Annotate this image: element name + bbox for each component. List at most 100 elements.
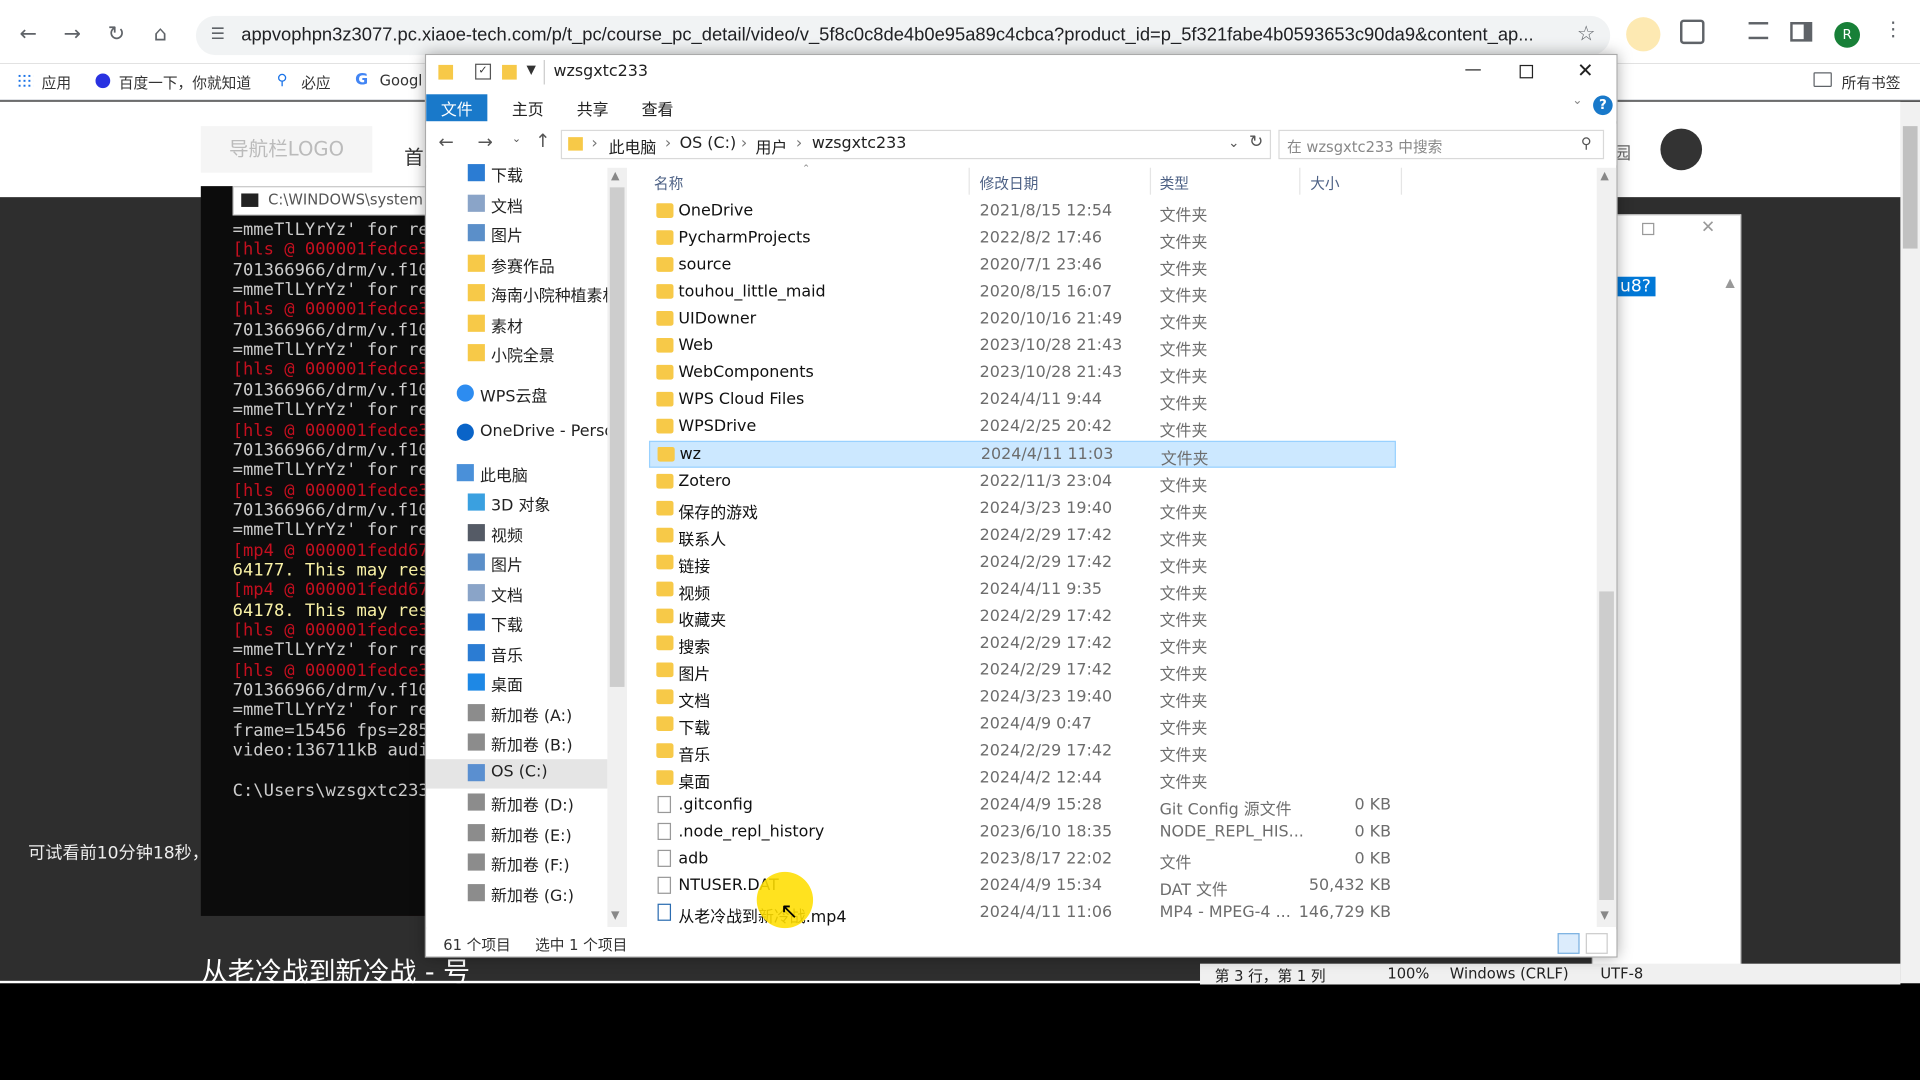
qat-dropdown-icon[interactable]: ▼ xyxy=(527,64,536,77)
recent-dropdown-icon[interactable]: ⌄ xyxy=(512,133,521,145)
chevron-right-icon[interactable]: › xyxy=(665,135,671,153)
breadcrumb-this-pc[interactable]: 此电脑 xyxy=(609,135,657,158)
bookmark-baidu[interactable]: 百度一下，你就知道 xyxy=(119,72,251,93)
file-row[interactable]: 联系人 2024/2/29 17:42 文件夹 xyxy=(649,522,1396,549)
back-icon[interactable]: ← xyxy=(438,131,453,153)
file-row[interactable]: UIDowner 2020/10/16 21:49 文件夹 xyxy=(649,306,1396,333)
explorer-titlebar[interactable]: ✓ ▼ wzsgxtc233 — ✕ xyxy=(426,55,1617,92)
page-scrollbar[interactable] xyxy=(1900,101,1920,984)
new-folder-icon[interactable] xyxy=(502,64,517,80)
maximize-icon[interactable] xyxy=(1519,64,1534,79)
forward-icon[interactable]: → xyxy=(56,17,88,51)
nav-item[interactable]: 图片 xyxy=(426,219,607,248)
tab-view[interactable]: 查看 xyxy=(627,94,688,121)
nav-item[interactable]: 音乐 xyxy=(426,639,607,668)
file-row[interactable]: WebComponents 2023/10/28 21:43 文件夹 xyxy=(649,360,1396,387)
nav-item[interactable]: 新加卷 (G:) xyxy=(426,879,607,908)
tab-home[interactable]: 主页 xyxy=(497,94,558,121)
file-row[interactable]: .node_repl_history 2023/6/10 18:35 NODE_RE… xyxy=(649,819,1396,846)
tab-share[interactable]: 共享 xyxy=(562,94,623,121)
nav-item[interactable]: 视频 xyxy=(426,519,607,548)
back-icon[interactable]: ← xyxy=(12,17,44,51)
chevron-right-icon[interactable]: › xyxy=(796,135,802,153)
home-icon[interactable]: ⌂ xyxy=(144,17,176,51)
scroll-down-icon[interactable]: ▼ xyxy=(1600,910,1608,922)
side-panel-icon[interactable] xyxy=(1790,22,1813,42)
search-icon[interactable]: ⚲ xyxy=(1581,135,1592,152)
nav-item[interactable]: 下载 xyxy=(426,159,607,188)
nav-item[interactable]: 新加卷 (D:) xyxy=(426,789,607,818)
file-row[interactable]: 文档 2024/3/23 19:40 文件夹 xyxy=(649,684,1396,711)
column-divider[interactable] xyxy=(1400,167,1403,195)
column-divider[interactable] xyxy=(1299,167,1301,195)
file-row[interactable]: 音乐 2024/2/29 17:42 文件夹 xyxy=(649,738,1396,765)
file-row[interactable]: WPSDrive 2024/2/25 20:42 文件夹 xyxy=(649,414,1396,441)
forward-icon[interactable]: → xyxy=(478,131,493,153)
nav-item[interactable]: 新加卷 (B:) xyxy=(426,729,607,758)
nav-item[interactable]: OS (C:) xyxy=(426,759,608,789)
file-row[interactable]: source 2020/7/1 23:46 文件夹 xyxy=(649,252,1396,279)
site-logo[interactable]: 导航栏LOGO xyxy=(200,126,373,173)
scroll-up-icon[interactable]: ▲ xyxy=(611,170,619,182)
page-scroll-thumb[interactable] xyxy=(1902,126,1918,249)
ribbon-expand-icon[interactable]: ⌄ xyxy=(1572,94,1582,107)
nav-item[interactable]: 此电脑 xyxy=(426,459,607,488)
close-icon[interactable]: ✕ xyxy=(1577,59,1593,82)
bookmark-bing[interactable]: 必应 xyxy=(301,72,330,93)
nav-item[interactable]: 海南小院种植素材 xyxy=(426,279,607,308)
file-row[interactable]: wz 2024/4/11 11:03 文件夹 xyxy=(648,441,1396,470)
bookmark-star-icon[interactable]: ☆ xyxy=(1577,22,1596,46)
all-bookmarks[interactable]: 所有书签 xyxy=(1842,72,1901,93)
bookmark-google[interactable]: Googl xyxy=(380,72,423,89)
refresh-icon[interactable]: ↻ xyxy=(1249,132,1263,152)
scroll-down-icon[interactable]: ▼ xyxy=(611,910,619,922)
user-avatar[interactable] xyxy=(1660,128,1703,171)
column-name[interactable]: 名称 xyxy=(654,173,683,194)
up-icon[interactable]: ↑ xyxy=(535,130,550,152)
scroll-up-icon[interactable]: ▲ xyxy=(1600,170,1608,182)
file-row[interactable]: 收藏夹 2024/2/29 17:42 文件夹 xyxy=(649,603,1396,630)
help-icon[interactable]: ? xyxy=(1593,95,1613,116)
checkbox-icon[interactable]: ✓ xyxy=(475,63,492,80)
file-list-scroll-thumb[interactable] xyxy=(1599,591,1614,901)
nav-scroll-thumb[interactable] xyxy=(609,187,625,687)
media-control-icon[interactable] xyxy=(1748,22,1769,40)
nav-item[interactable]: OneDrive - Perso xyxy=(426,419,607,448)
reload-icon[interactable]: ↻ xyxy=(100,17,132,51)
file-row[interactable]: 保存的游戏 2024/3/23 19:40 文件夹 xyxy=(649,495,1396,522)
bookmark-apps[interactable]: 应用 xyxy=(42,72,71,93)
nav-item[interactable]: 3D 对象 xyxy=(426,489,607,518)
nav-item[interactable]: 图片 xyxy=(426,549,607,578)
extensions-icon[interactable] xyxy=(1680,19,1705,45)
file-row[interactable]: .gitconfig 2024/4/9 15:28 Git Config 源文件 0 … xyxy=(649,792,1396,819)
file-row[interactable]: 搜索 2024/2/29 17:42 文件夹 xyxy=(649,630,1396,657)
file-row[interactable]: Web 2023/10/28 21:43 文件夹 xyxy=(649,333,1396,360)
file-row[interactable]: WPS Cloud Files 2024/4/11 9:44 文件夹 xyxy=(649,387,1396,414)
breadcrumb-current[interactable]: wzsgxtc233 xyxy=(812,135,907,153)
nav-item[interactable]: 新加卷 (A:) xyxy=(426,699,607,728)
nav-item[interactable]: 文档 xyxy=(426,189,607,218)
minimize-icon[interactable]: — xyxy=(1465,60,1482,80)
close-icon[interactable]: ✕ xyxy=(1701,218,1715,238)
file-row[interactable]: 视频 2024/4/11 9:35 文件夹 xyxy=(649,576,1396,603)
menu-kebab-icon[interactable]: ⋮ xyxy=(1883,17,1903,40)
scroll-up-icon[interactable]: ▲ xyxy=(1725,277,1734,290)
extension-badge-icon[interactable] xyxy=(1626,17,1661,52)
column-type[interactable]: 类型 xyxy=(1160,173,1189,194)
breadcrumb-users[interactable]: 用户 xyxy=(756,135,788,158)
nav-item[interactable]: 桌面 xyxy=(426,669,607,698)
breadcrumb-drive[interactable]: OS (C:) xyxy=(680,135,737,153)
nav-home-link[interactable]: 首 xyxy=(404,141,424,170)
file-row[interactable]: 下载 2024/4/9 0:47 文件夹 xyxy=(649,711,1396,738)
nav-item[interactable]: 下载 xyxy=(426,609,607,638)
column-divider[interactable] xyxy=(1149,167,1152,195)
address-bar[interactable]: ☰ appvophpn3z3077.pc.xiaoe-tech.com/p/t_… xyxy=(195,15,1611,56)
chevron-right-icon[interactable]: › xyxy=(591,135,597,153)
file-row[interactable]: 链接 2024/2/29 17:42 文件夹 xyxy=(649,549,1396,576)
breadcrumb[interactable]: › 此电脑 › OS (C:) › 用户 › wzsgxtc233 ⌄ ↻ xyxy=(560,129,1272,160)
site-info-icon[interactable]: ☰ xyxy=(211,26,225,44)
maximize-icon[interactable] xyxy=(1642,222,1655,236)
address-dropdown-icon[interactable]: ⌄ xyxy=(1228,135,1239,151)
file-row[interactable]: 图片 2024/2/29 17:42 文件夹 xyxy=(649,657,1396,684)
file-row[interactable]: 桌面 2024/4/2 12:44 文件夹 xyxy=(649,765,1396,792)
